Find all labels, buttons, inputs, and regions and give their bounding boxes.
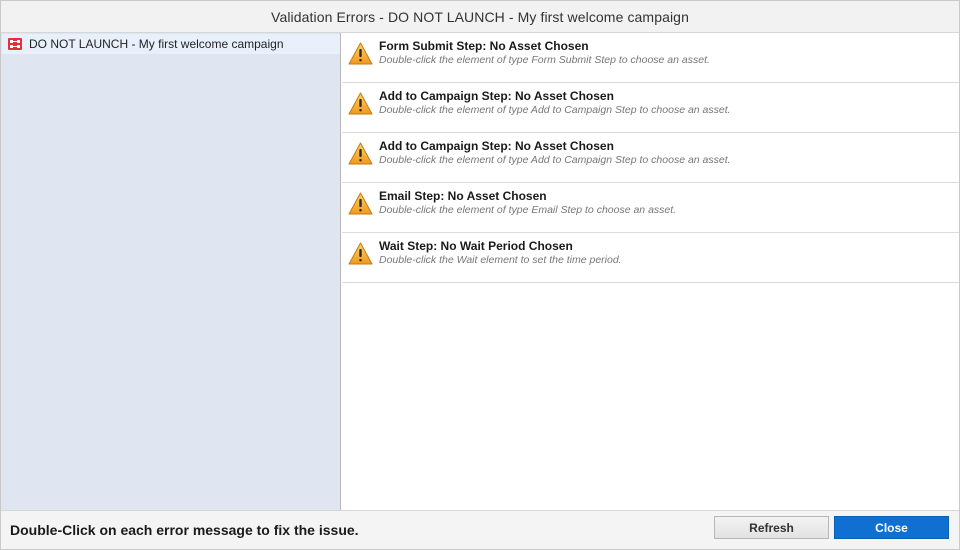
warning-icon [348, 92, 373, 115]
error-description: Double-click the element of type Form Su… [379, 54, 710, 66]
error-item[interactable]: Form Submit Step: No Asset Chosen Double… [342, 33, 959, 83]
campaign-list-item[interactable]: DO NOT LAUNCH - My first welcome campaig… [2, 34, 340, 54]
dialog-footer: Double-Click on each error message to fi… [1, 510, 959, 549]
error-description: Double-click the element of type Email S… [379, 204, 677, 216]
error-item[interactable]: Add to Campaign Step: No Asset Chosen Do… [342, 133, 959, 183]
error-title: Add to Campaign Step: No Asset Chosen [379, 89, 614, 103]
footer-instruction: Double-Click on each error message to fi… [10, 522, 359, 538]
error-description: Double-click the Wait element to set the… [379, 254, 622, 266]
campaign-label: DO NOT LAUNCH - My first welcome campaig… [29, 37, 284, 51]
error-description: Double-click the element of type Add to … [379, 104, 731, 116]
error-title: Add to Campaign Step: No Asset Chosen [379, 139, 614, 153]
warning-icon [348, 192, 373, 215]
error-description: Double-click the element of type Add to … [379, 154, 731, 166]
dialog-title: Validation Errors - DO NOT LAUNCH - My f… [1, 1, 959, 33]
error-list: Form Submit Step: No Asset Chosen Double… [342, 33, 959, 510]
campaign-list-pane: DO NOT LAUNCH - My first welcome campaig… [1, 33, 341, 510]
error-title: Form Submit Step: No Asset Chosen [379, 39, 589, 53]
warning-icon [348, 242, 373, 265]
validation-errors-dialog: Validation Errors - DO NOT LAUNCH - My f… [0, 0, 960, 550]
error-item[interactable]: Email Step: No Asset Chosen Double-click… [342, 183, 959, 233]
warning-icon [348, 142, 373, 165]
error-item[interactable]: Add to Campaign Step: No Asset Chosen Do… [342, 83, 959, 133]
warning-icon [348, 42, 373, 65]
error-title: Email Step: No Asset Chosen [379, 189, 547, 203]
campaign-icon [8, 38, 22, 50]
error-title: Wait Step: No Wait Period Chosen [379, 239, 573, 253]
refresh-button[interactable]: Refresh [714, 516, 829, 539]
error-item[interactable]: Wait Step: No Wait Period Chosen Double-… [342, 233, 959, 283]
close-button[interactable]: Close [834, 516, 949, 539]
